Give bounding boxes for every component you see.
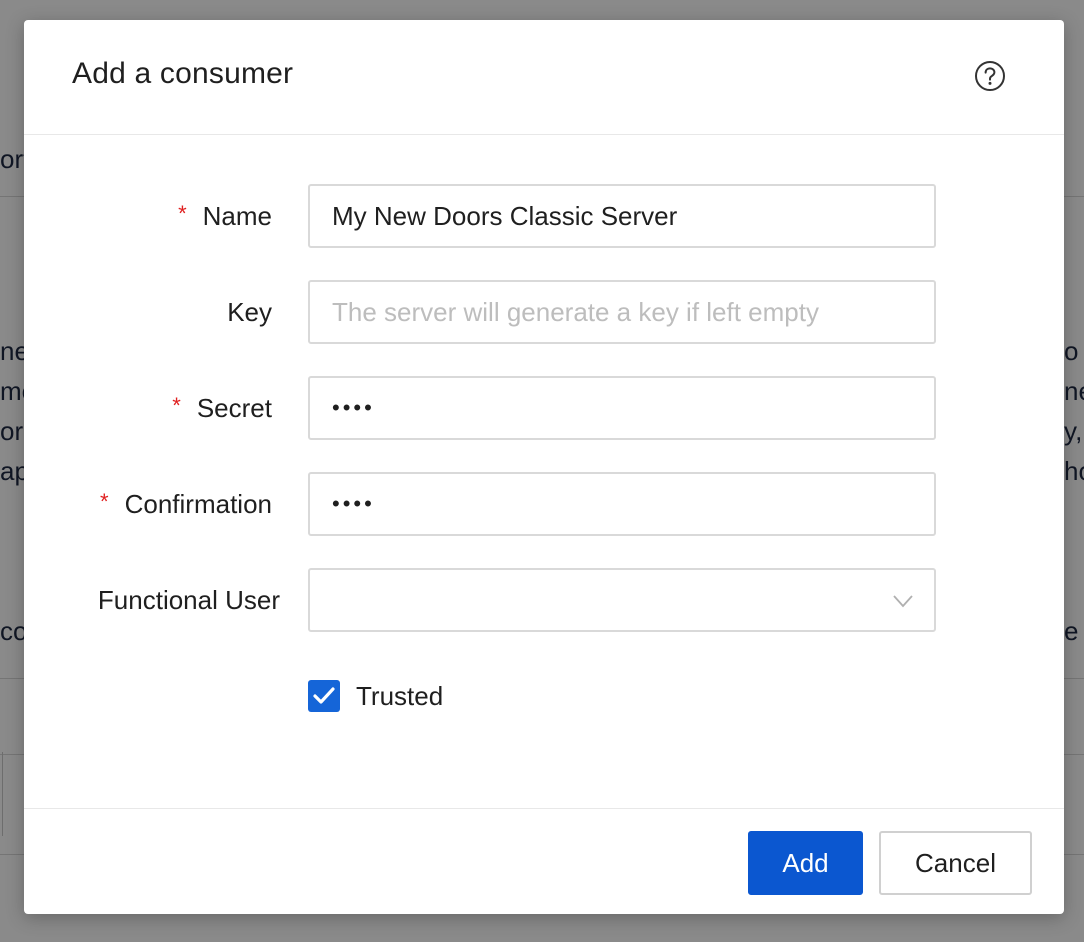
chevron-down-icon — [892, 590, 914, 612]
required-mark: * — [172, 393, 181, 418]
dialog-footer: Add Cancel — [24, 808, 1064, 915]
confirmation-row: * Confirmation •••• — [24, 472, 1064, 536]
key-row: Key — [24, 280, 1064, 344]
trusted-label: Trusted — [356, 681, 444, 711]
dialog-title: Add a consumer — [72, 57, 294, 90]
trusted-checkbox[interactable] — [308, 680, 340, 712]
add-consumer-dialog: Add a consumer *Name Key *Secret •••• *C… — [24, 20, 1064, 914]
required-mark: * — [100, 489, 109, 514]
key-label: Key — [227, 297, 272, 327]
functional-user-select[interactable] — [308, 568, 936, 632]
secret-input[interactable]: •••• — [308, 376, 936, 440]
name-label: * Name — [178, 201, 272, 231]
functional-user-row: Functional User — [24, 568, 1064, 632]
checkmark-icon — [313, 687, 335, 704]
name-row: * Name — [24, 184, 1064, 248]
secret-row: * Secret •••• — [24, 376, 1064, 440]
key-input[interactable] — [308, 280, 936, 344]
functional-user-label: Functional User — [97, 585, 280, 615]
question-circle-icon[interactable] — [974, 60, 1006, 92]
secret-label: * Secret — [172, 393, 272, 423]
confirmation-input[interactable]: •••• — [308, 472, 936, 536]
confirmation-label: * Confirmation — [100, 489, 272, 519]
add-button[interactable]: Add — [748, 831, 863, 895]
dialog-header: Add a consumer — [24, 20, 1064, 135]
name-input[interactable] — [308, 184, 936, 248]
required-mark: * — [178, 201, 187, 226]
cancel-button[interactable]: Cancel — [879, 831, 1032, 895]
